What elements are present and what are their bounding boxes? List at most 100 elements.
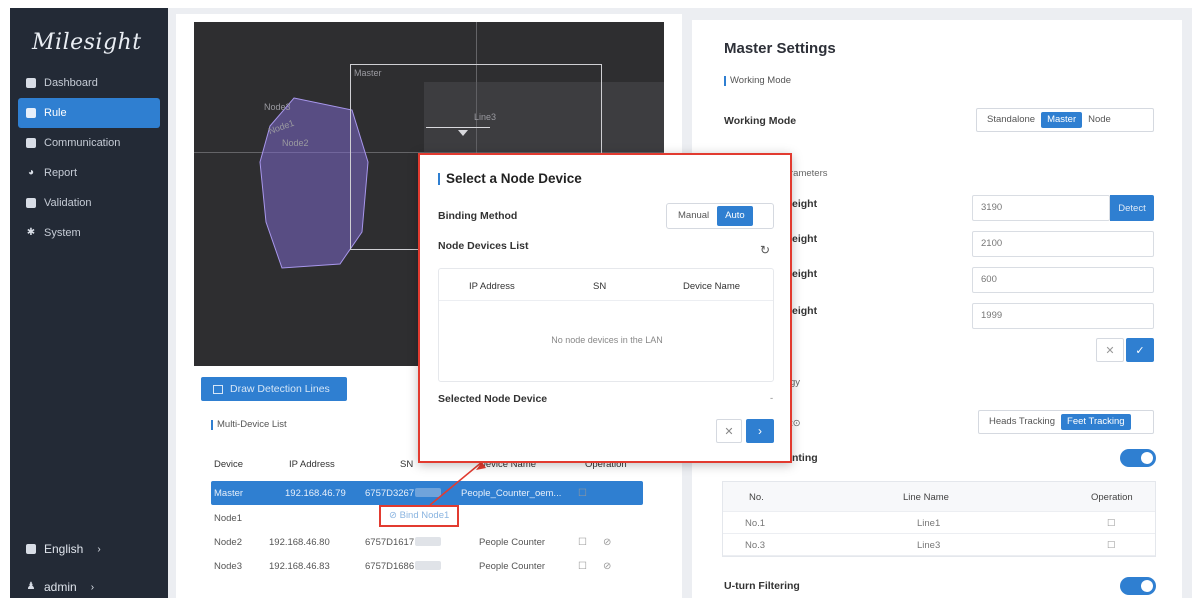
brand-logo: Milesight	[32, 30, 142, 55]
chevron-right-icon: ›	[97, 543, 101, 555]
draw-button-label: Draw Detection Lines	[230, 383, 330, 395]
sidebar-item-rule[interactable]: Rule	[18, 98, 160, 128]
sidebar-item-label: Dashboard	[44, 77, 98, 89]
cell-line-name: Line1	[917, 518, 941, 529]
language-selector[interactable]: English ›	[26, 542, 101, 556]
direction-arrow-icon	[458, 130, 468, 136]
edit-icon[interactable]: ☐	[578, 561, 587, 572]
table-header: No. Line Name Operation	[723, 482, 1155, 512]
option-manual[interactable]: Manual	[670, 206, 717, 226]
draw-detection-lines-button[interactable]: Draw Detection Lines	[201, 377, 347, 401]
param-input[interactable]: 600	[972, 267, 1154, 293]
modal-next-button[interactable]: ›	[746, 419, 774, 443]
cell-ip: 192.168.46.80	[269, 536, 330, 548]
node-list-label: Node Devices List	[438, 240, 529, 252]
option-auto[interactable]: Auto	[717, 206, 753, 226]
table-row[interactable]: Master 192.168.46.79 6757D3267 People_Co…	[211, 481, 643, 505]
column-header: IP Address	[289, 458, 335, 470]
select-node-modal: Select a Node Device Binding Method Manu…	[418, 153, 792, 463]
table-row: Node3 192.168.46.83 6757D1686 People Cou…	[211, 554, 643, 578]
sidebar-item-label: Report	[44, 167, 78, 179]
bind-node-label: Bind Node1	[399, 510, 450, 521]
sidebar-item-label: Rule	[44, 107, 67, 119]
edit-icon[interactable]: ☐	[1107, 540, 1116, 551]
page-title: Master Settings	[724, 40, 836, 57]
option-node[interactable]: Node	[1082, 112, 1117, 128]
report-icon: ◕	[27, 167, 35, 178]
cell-name: People_Counter_oem...	[461, 487, 562, 499]
param-input[interactable]: 1999	[972, 303, 1154, 329]
sidebar-item-report[interactable]: ◕ Report	[10, 158, 168, 188]
table-header: IP Address SN Device Name	[439, 269, 773, 301]
column-header: IP Address	[469, 281, 515, 292]
cell-name: People Counter	[479, 560, 546, 572]
param-input[interactable]: 3190	[972, 195, 1110, 221]
section-label: Working Mode	[730, 75, 792, 86]
table-row: Node2 192.168.46.80 6757D1617 People Cou…	[211, 530, 643, 554]
tracking-selector[interactable]: Heads Tracking Feet Tracking	[978, 410, 1154, 434]
cell-ip: 192.168.46.83	[269, 560, 330, 572]
selected-node-value: -	[770, 393, 774, 404]
sidebar-item-system[interactable]: ✱ System	[10, 218, 168, 248]
link-icon[interactable]: ⊘	[603, 561, 611, 572]
line-table: No. Line Name Operation No.1 Line1 ☐ No.…	[722, 481, 1156, 557]
refresh-icon[interactable]: ↻	[760, 243, 770, 257]
bind-node1-link[interactable]: ⊘ Bind Node1	[389, 510, 449, 521]
cell-device: Node1	[214, 512, 242, 524]
sidebar-item-validation[interactable]: Validation	[10, 188, 168, 218]
rule-icon	[26, 108, 36, 118]
param-label: eight	[792, 198, 818, 210]
params-section-label: rameters	[790, 168, 828, 179]
cell-line-name: Line3	[917, 540, 941, 551]
video-label: Line3	[474, 112, 497, 122]
cell-device: Node2	[214, 536, 242, 548]
option-standalone[interactable]: Standalone	[981, 112, 1041, 128]
cell-name: People Counter	[479, 536, 546, 548]
cancel-button[interactable]: ✕	[1096, 338, 1124, 362]
modal-cancel-button[interactable]: ✕	[716, 419, 742, 443]
binding-method-selector[interactable]: Manual Auto	[666, 203, 774, 229]
link-icon[interactable]: ⊘	[603, 537, 611, 548]
sidebar-item-dashboard[interactable]: Dashboard	[10, 68, 168, 98]
video-label: Node2	[282, 138, 309, 148]
edit-icon[interactable]: ☐	[578, 537, 587, 548]
video-label: Master	[354, 68, 382, 78]
option-feet-tracking[interactable]: Feet Tracking	[1061, 414, 1131, 430]
edit-icon[interactable]: ☐	[1107, 518, 1116, 529]
cell-no: No.3	[745, 540, 766, 551]
counting-toggle[interactable]	[1120, 449, 1156, 467]
help-icon: ⊙	[792, 418, 801, 429]
chart-icon	[213, 384, 223, 394]
user-label: admin	[44, 580, 77, 594]
validation-icon	[26, 198, 36, 208]
working-mode-label: Working Mode	[724, 115, 797, 127]
detection-line[interactable]	[426, 127, 490, 128]
param-input[interactable]: 2100	[972, 231, 1154, 257]
dashboard-icon	[26, 78, 36, 88]
option-master[interactable]: Master	[1041, 112, 1083, 128]
cell-sn: 6757D1617	[365, 537, 442, 548]
column-header: Operation	[1091, 492, 1133, 503]
option-heads-tracking[interactable]: Heads Tracking	[983, 414, 1061, 430]
param-label: eight	[792, 268, 818, 280]
column-header: Device Name	[683, 281, 741, 292]
sidebar: Milesight Dashboard Rule Communication ◕…	[10, 8, 168, 598]
selected-node-label: Selected Node Device	[438, 393, 548, 405]
working-mode-selector[interactable]: Standalone Master Node	[976, 108, 1154, 132]
counting-label: nting	[792, 452, 818, 464]
sidebar-item-communication[interactable]: Communication	[10, 128, 168, 158]
empty-state: No node devices in the LAN	[551, 335, 663, 345]
sidebar-item-label: Validation	[44, 197, 92, 209]
param-label: eight	[792, 305, 818, 317]
language-icon	[26, 544, 36, 554]
modal-title-text: Select a Node Device	[446, 171, 582, 186]
edit-icon[interactable]: ☐	[578, 488, 587, 499]
user-menu[interactable]: ♟ admin ›	[26, 580, 95, 594]
sidebar-item-label: Communication	[44, 137, 121, 149]
uturn-toggle[interactable]	[1120, 577, 1156, 595]
confirm-button[interactable]: ✓	[1126, 338, 1154, 362]
cell-device: Master	[214, 487, 244, 499]
chevron-right-icon: ›	[90, 581, 95, 593]
column-header: Line Name	[903, 492, 949, 503]
detect-button[interactable]: Detect	[1110, 195, 1154, 221]
